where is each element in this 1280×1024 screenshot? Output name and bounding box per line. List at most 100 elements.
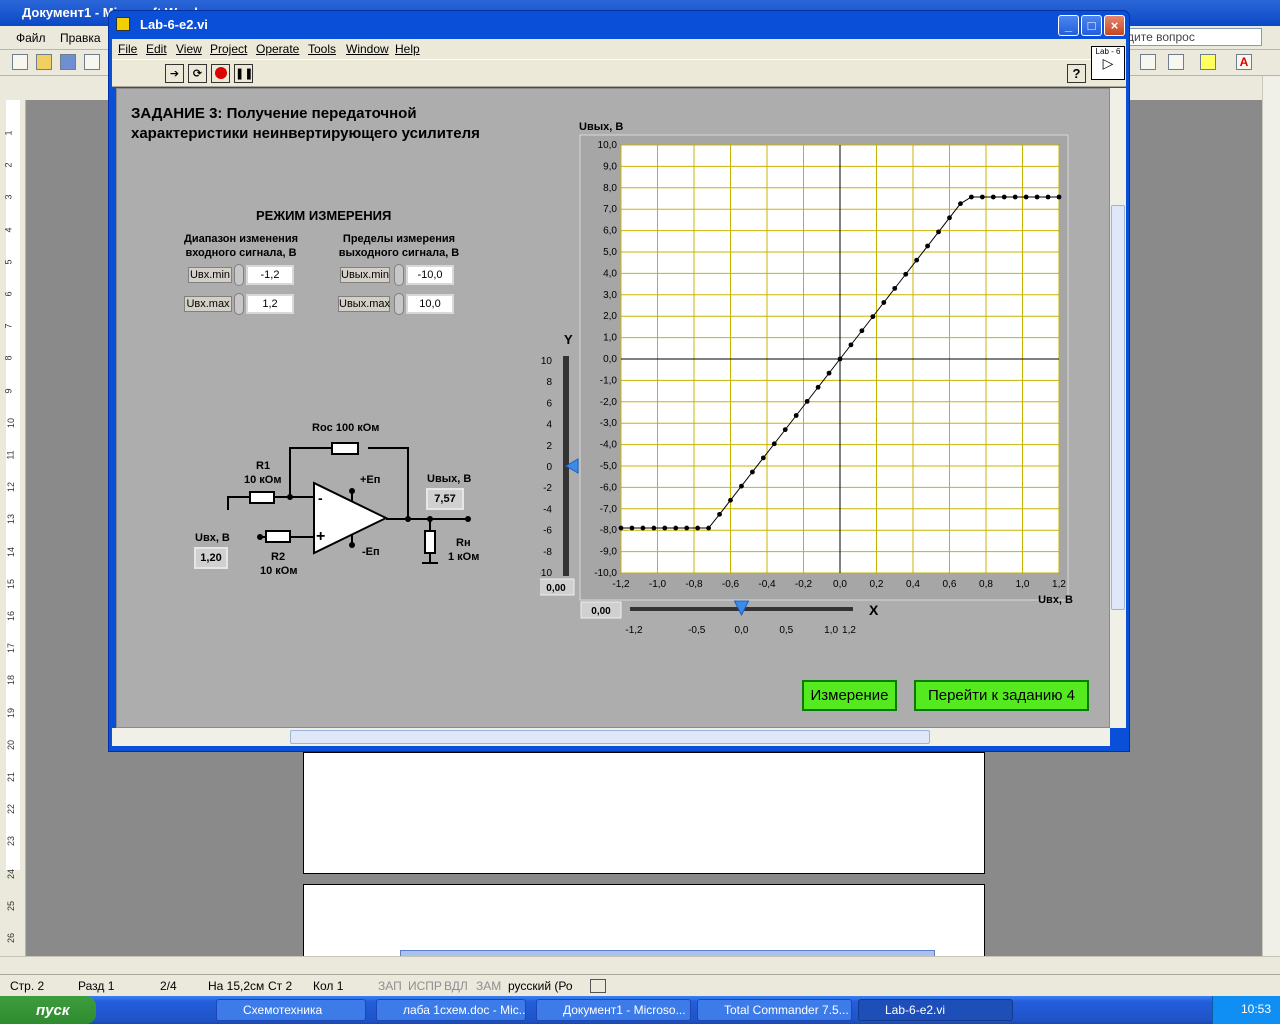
status-rec[interactable]: ЗАП (378, 979, 402, 993)
y-slider-tick: -4 (543, 504, 552, 515)
run-continuously-icon[interactable]: ⟳ (188, 64, 207, 83)
ruler-number: 20 (6, 739, 17, 750)
data-point (1023, 194, 1029, 200)
measure-button[interactable]: Измерение (802, 680, 897, 711)
data-point (969, 194, 974, 200)
y-tick-label: 10,0 (598, 140, 618, 151)
y-tick-label: -10,0 (594, 568, 617, 579)
font-color-icon[interactable]: A (1236, 54, 1252, 70)
minimize-button[interactable]: _ (1058, 15, 1079, 36)
labview-title: Lab-6-e2.vi (112, 13, 1126, 39)
panel-vertical-thumb[interactable] (1111, 205, 1125, 610)
noninverting-input-sign: + (316, 528, 326, 545)
abort-icon[interactable] (211, 64, 230, 83)
menu-project[interactable]: Project (210, 42, 247, 56)
y-tick-label: 3,0 (603, 290, 617, 301)
task-laba-doc[interactable]: лаба 1схем.doc - Mic... (376, 999, 526, 1021)
status-ovr[interactable]: ЗАМ (476, 979, 501, 993)
menu-view[interactable]: View (176, 42, 202, 56)
x-tick-label: 0,2 (870, 579, 884, 590)
ruler-number: 18 (6, 675, 17, 686)
r1-value: 10 кОм (244, 474, 282, 486)
maximize-button[interactable]: □ (1081, 15, 1102, 36)
uout-max-input[interactable]: 10,0 (406, 294, 454, 314)
data-point (903, 271, 909, 277)
start-button[interactable]: пуск (0, 996, 96, 1024)
uin-min-spinner[interactable] (234, 264, 244, 286)
pause-icon[interactable]: ❚❚ (234, 64, 253, 83)
y-tick-label: 7,0 (603, 204, 617, 215)
y-tick-label: -5,0 (600, 461, 618, 472)
word-horizontal-scrollbar[interactable] (0, 956, 1280, 974)
uin-indicator: 1,20 (194, 547, 228, 569)
menu-edit[interactable]: Edit (146, 42, 167, 56)
spelling-icon[interactable] (590, 979, 606, 993)
y-slider-tick: 2 (546, 441, 552, 452)
task-labview[interactable]: Lab-6-e2.vi (858, 999, 1013, 1021)
y-tick-label: 0,0 (603, 354, 617, 365)
x-slider-tick: 0,0 (735, 625, 749, 636)
uout-min-input[interactable]: -10,0 (406, 265, 454, 285)
data-point (958, 201, 963, 207)
status-line: Ст 2 (268, 979, 293, 993)
ruler-number: 17 (6, 643, 17, 654)
uout-min-spinner[interactable] (394, 264, 404, 286)
word-vertical-scrollbar[interactable] (1262, 76, 1280, 956)
word-ask-input[interactable]: дите вопрос (1122, 28, 1262, 46)
uin-max-spinner[interactable] (234, 293, 244, 315)
x-tick-label: -0,6 (722, 579, 740, 590)
status-trk[interactable]: ИСПР (408, 979, 442, 993)
transfer-characteristic-graph[interactable]: -1,2 -1,0 -0,8 -0,6 -0,4 -0,2 0,0 0,2 0,4 0,6 0,8 1… (540, 120, 1080, 640)
next-task-button[interactable]: Перейти к заданию 4 (914, 680, 1089, 711)
uout-max-spinner[interactable] (394, 293, 404, 315)
status-ext[interactable]: ВДЛ (444, 979, 468, 993)
run-arrow-icon[interactable]: ➔ (165, 64, 184, 83)
uin-min-input[interactable]: -1,2 (246, 265, 294, 285)
data-point (1034, 194, 1040, 200)
data-point (848, 342, 854, 348)
word-menu-file[interactable]: Файл (16, 31, 46, 45)
r1-name: R1 (256, 460, 271, 472)
y-tick-label: -6,0 (600, 482, 618, 493)
y-tick-label: -1,0 (600, 375, 618, 386)
highlight-icon[interactable] (1200, 54, 1216, 70)
y-tick-label: 4,0 (603, 268, 617, 279)
input-range-label-2: входного сигнала, В (185, 247, 297, 259)
close-button[interactable]: × (1104, 15, 1125, 36)
ruler-number: 24 (6, 868, 17, 879)
x-tick-label: -1,2 (612, 579, 630, 590)
data-point (728, 497, 733, 503)
task-document1[interactable]: Документ1 - Microso... (536, 999, 691, 1021)
y-tick-label: 5,0 (603, 247, 617, 258)
borders-icon[interactable] (1168, 54, 1184, 70)
x-slider-label: X (869, 602, 879, 618)
open-folder-icon[interactable] (36, 54, 52, 70)
panel-horizontal-thumb[interactable] (290, 730, 930, 744)
menu-help[interactable]: Help (395, 42, 420, 56)
input-range-label-1: Диапазон изменения (183, 233, 299, 245)
uin-max-input[interactable]: 1,2 (246, 294, 294, 314)
data-point (870, 314, 876, 320)
save-icon[interactable] (60, 54, 76, 70)
menu-file[interactable]: File (118, 42, 137, 56)
task-schemotehnika[interactable]: Схемотехника (216, 999, 366, 1021)
data-point (695, 525, 701, 531)
ruler-number: 15 (6, 578, 17, 589)
menu-window[interactable]: Window (346, 42, 389, 56)
document-page-1[interactable] (303, 752, 985, 874)
menu-tools[interactable]: Tools (308, 42, 336, 56)
permission-icon[interactable] (84, 54, 100, 70)
help-icon[interactable]: ? (1067, 64, 1086, 83)
align-icon[interactable] (1140, 54, 1156, 70)
task-total-commander[interactable]: Total Commander 7.5... (697, 999, 852, 1021)
data-point (1001, 194, 1007, 200)
inverting-input-sign: - (318, 490, 323, 506)
menu-operate[interactable]: Operate (256, 42, 299, 56)
x-tick-label: 0,6 (943, 579, 957, 590)
labview-app-icon[interactable] (116, 17, 130, 31)
ruler-number: 10 (6, 417, 17, 428)
new-doc-icon[interactable] (12, 54, 28, 70)
data-point (684, 525, 690, 531)
word-menu-edit[interactable]: Правка (60, 31, 101, 45)
task-title-line2: характеристики неинвертирующего усилител… (131, 125, 480, 142)
